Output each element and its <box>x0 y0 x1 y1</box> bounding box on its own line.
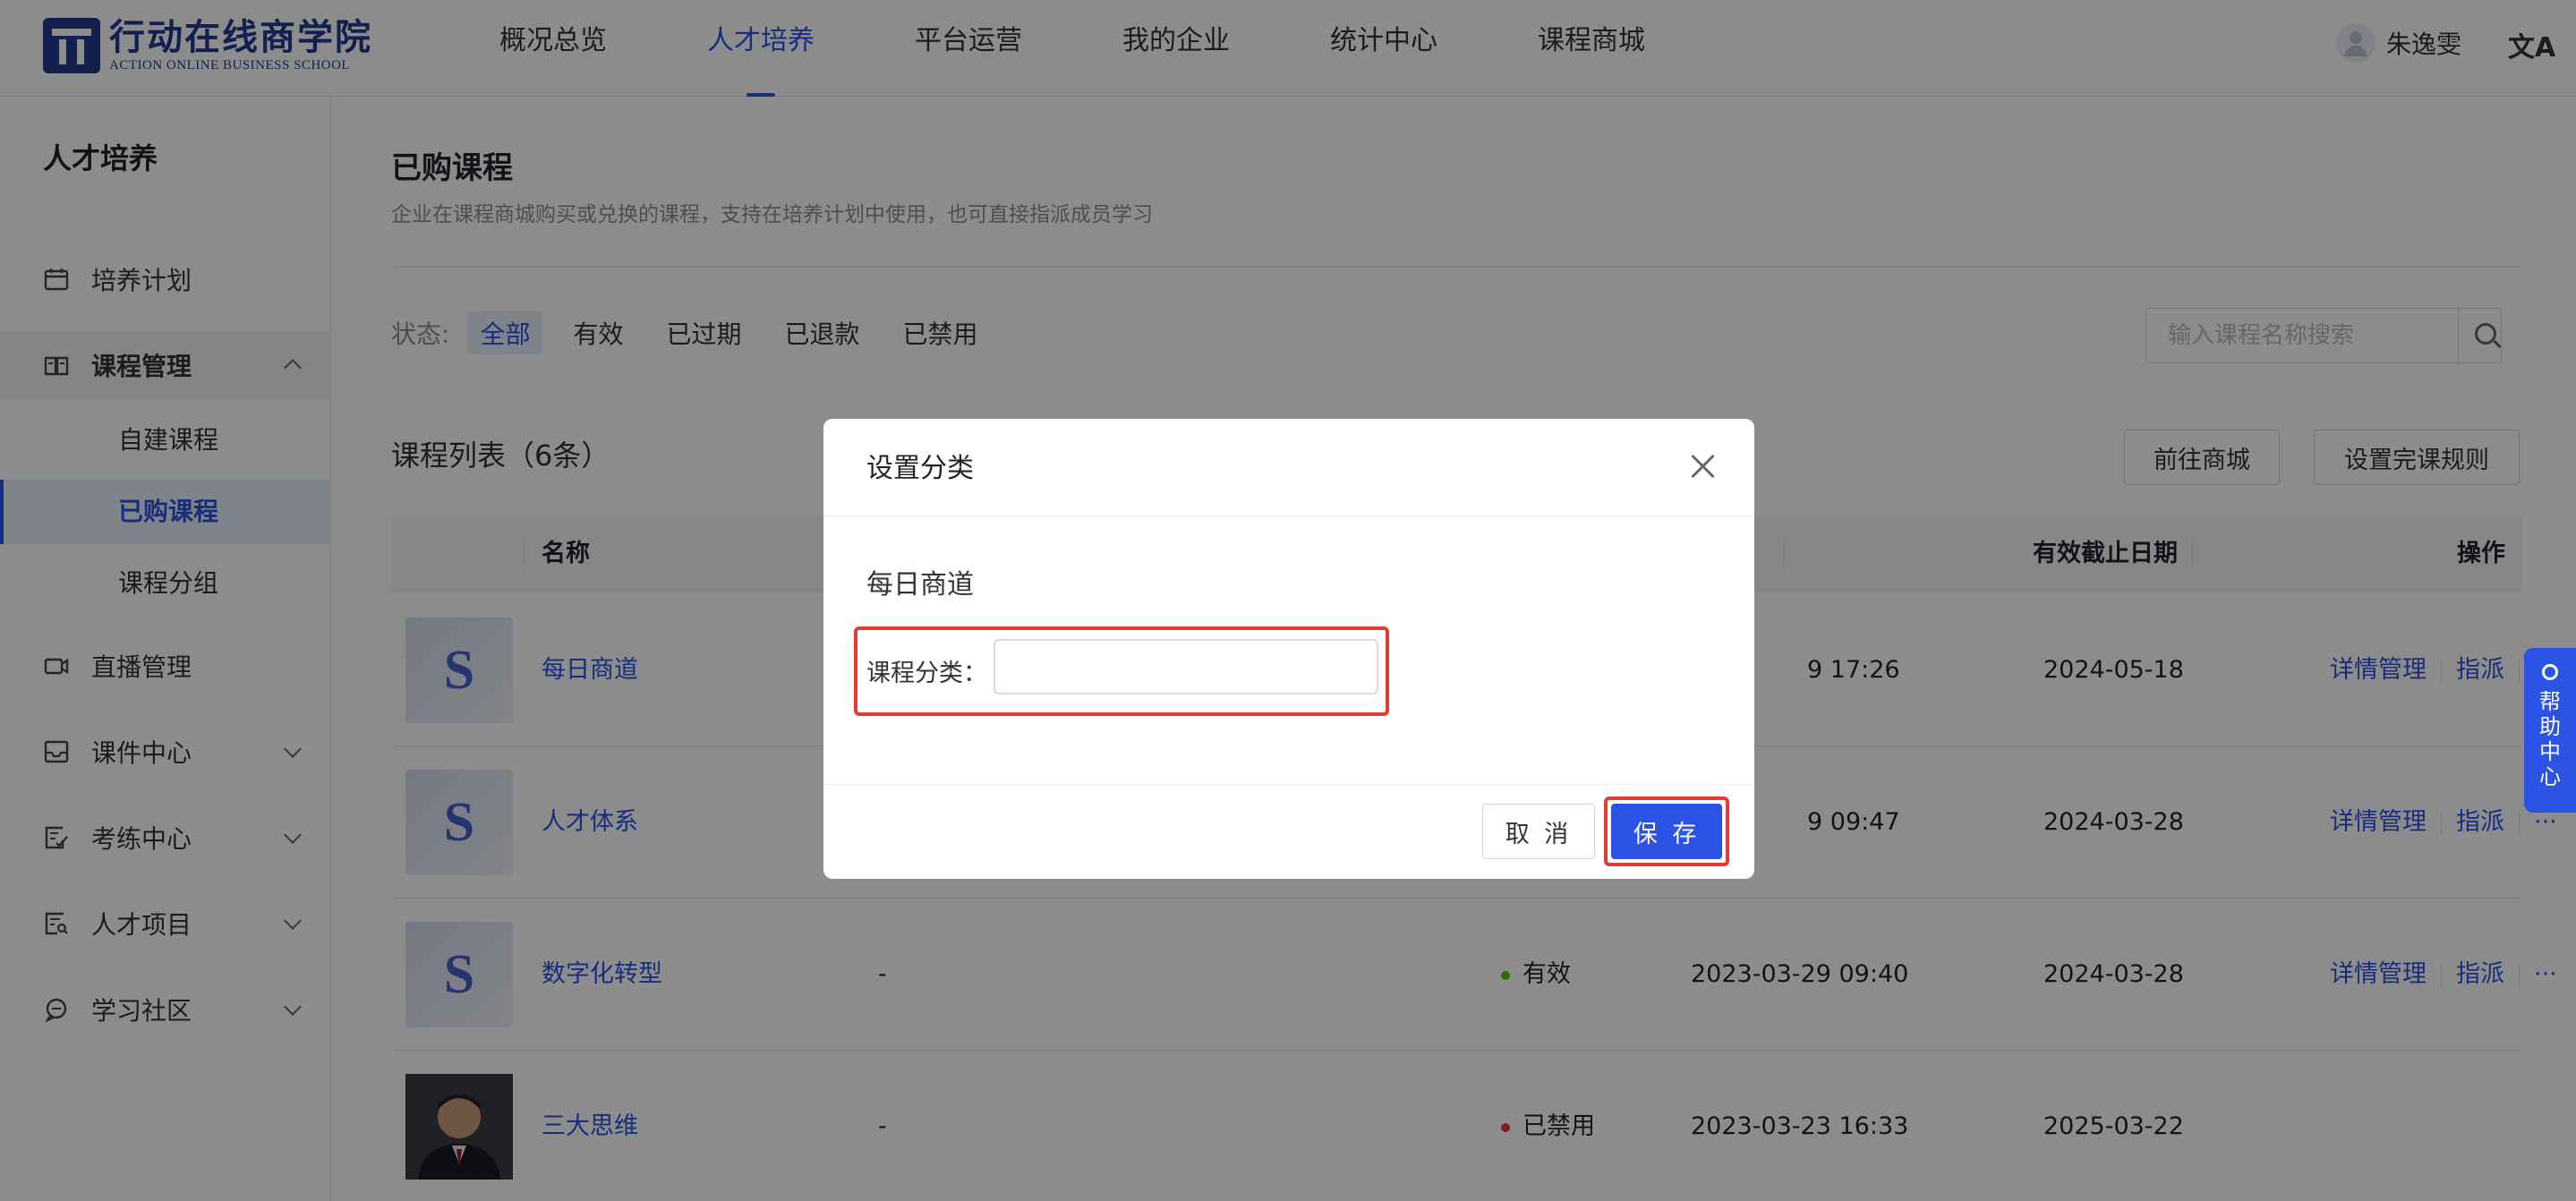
cancel-button[interactable]: 取 消 <box>1482 804 1595 859</box>
divider <box>823 784 1754 785</box>
category-field-label: 课程分类： <box>866 660 987 687</box>
category-input[interactable] <box>994 639 1378 694</box>
close-icon[interactable] <box>1690 453 1717 480</box>
dialog-course-name: 每日商道 <box>866 569 974 600</box>
save-button[interactable]: 保 存 <box>1611 804 1722 859</box>
help-center-label: 帮助中心 <box>2539 689 2561 789</box>
help-center-tab[interactable]: 帮助中心 <box>2524 648 2576 813</box>
lightbulb-icon <box>2542 664 2558 680</box>
divider <box>823 515 1754 516</box>
dialog-title: 设置分类 <box>866 453 974 484</box>
set-category-dialog: 设置分类 每日商道 课程分类： 取 消 保 存 <box>823 419 1754 879</box>
